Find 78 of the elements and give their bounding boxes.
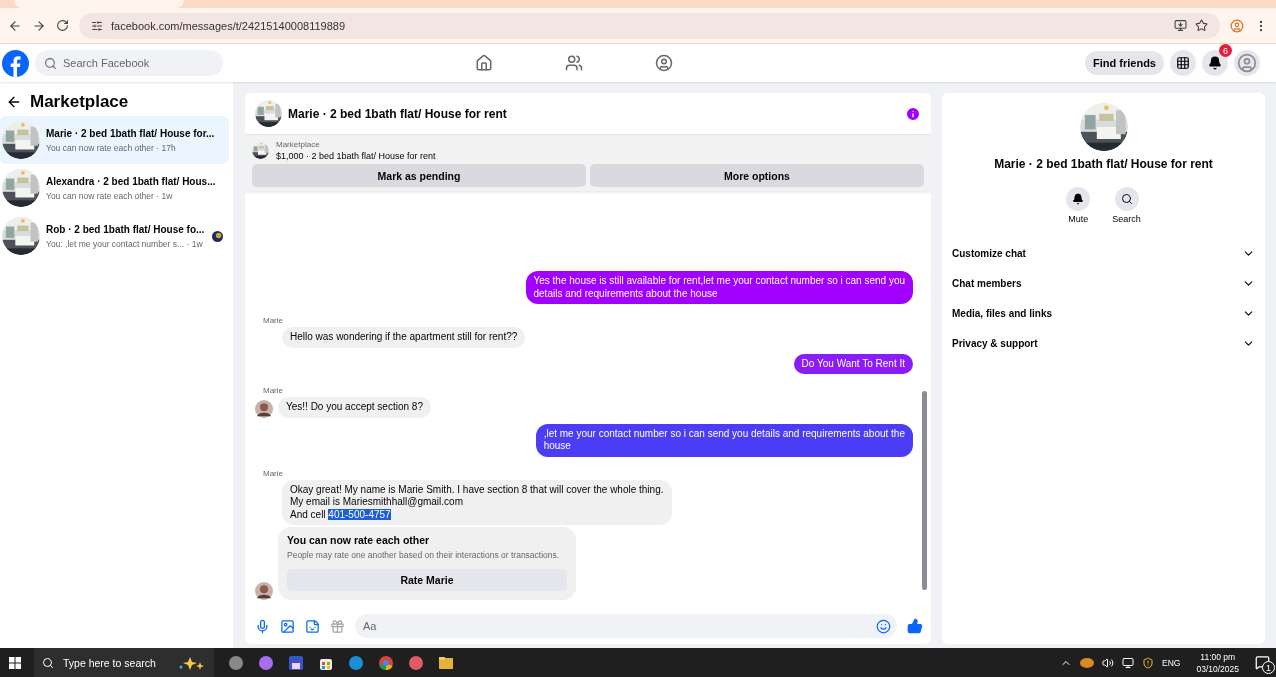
address-bar[interactable]: facebook.com/messages/t/24215140008119889 [79, 12, 1220, 39]
language-indicator[interactable]: ENG [1162, 657, 1181, 668]
chat-title: Marie · 2 bed 1bath flat/ House for rent [288, 106, 508, 121]
bell-icon [1072, 193, 1085, 205]
back-icon[interactable] [8, 18, 22, 33]
card-title: You can now rate each other [287, 534, 431, 546]
site-settings-icon[interactable] [91, 19, 103, 32]
card-text: People may rate one another based on their interactions or transactions. [287, 550, 561, 560]
home-icon[interactable] [475, 54, 493, 72]
network-icon[interactable] [1122, 656, 1135, 669]
friends-icon[interactable] [565, 54, 583, 72]
conversation-preview: You can now rate each other · 17h [46, 142, 177, 154]
thumbs-up-icon[interactable] [907, 618, 923, 634]
notifications-button[interactable] [1202, 50, 1228, 76]
account-button[interactable] [1234, 50, 1260, 76]
received-message: Okay great! My name is Marie Smith. I have section 8 that will cover the whole thing. My email is Mariesmithhall@gmail.com And cell 401-500-4757 [282, 479, 672, 525]
details-section[interactable]: Customize chat [942, 238, 1265, 268]
bell-icon [1208, 56, 1222, 70]
received-message: Yes!! Do you accept section 8? [278, 397, 431, 418]
emoji-icon[interactable] [876, 618, 891, 634]
info-icon[interactable] [905, 105, 921, 122]
listing-action-button[interactable]: Mark as pending [252, 164, 586, 187]
windows-logo-icon[interactable] [9, 656, 21, 669]
listing-action-button[interactable]: More options [590, 164, 924, 187]
message-input[interactable]: Aa [355, 614, 897, 638]
sidebar-title: Marketplace [30, 92, 129, 112]
listing-title: $1,000 · 2 bed 1bath flat/ House for rent [276, 151, 436, 161]
sender-name: Marie [263, 316, 284, 325]
conversation-preview: You can now rate each other · 1w [46, 190, 174, 202]
clock[interactable]: 11:00 pm 03/10/2025 [1196, 651, 1239, 674]
menu-grid-button[interactable] [1170, 50, 1196, 76]
url-text: facebook.com/messages/t/24215140008119889 [111, 19, 346, 32]
conversation-item[interactable]: Rob · 2 bed 1bath flat/ House fo... You: ,let me your contact number s... · 1w [0, 212, 229, 260]
sent-message: Do You Want To Rent It [793, 353, 913, 374]
conversation-item[interactable]: Marie · 2 bed 1bath flat/ House for... You can now rate each other · 17h [0, 116, 229, 164]
grid-icon [1176, 56, 1190, 70]
sent-message: Yes the house is still available for rent,let me your contact number so i can send you details and requirements about the house [525, 271, 913, 304]
details-title: Marie · 2 bed 1bath flat/ House for rent [994, 157, 1213, 171]
search-icon [44, 56, 57, 70]
details-section[interactable]: Media, files and links [942, 298, 1265, 328]
facebook-logo-icon[interactable] [2, 49, 29, 77]
bookmark-star-icon[interactable] [1195, 19, 1208, 32]
details-section[interactable]: Chat members [942, 268, 1265, 298]
taskbar-search[interactable]: Type here to search [34, 648, 214, 677]
image-icon[interactable] [280, 618, 295, 634]
received-message: Hello was wondering if the apartment still for rent?? [282, 327, 526, 348]
chrome-icon[interactable] [378, 654, 394, 671]
reload-icon[interactable] [56, 19, 69, 32]
find-friends-button[interactable]: Find friends [1085, 51, 1164, 75]
sparkle-icon [178, 655, 206, 670]
avatar-icon [255, 582, 273, 600]
security-icon[interactable] [1142, 656, 1155, 669]
rate-button[interactable]: Rate Marie [287, 569, 567, 591]
folder-icon[interactable] [438, 654, 454, 671]
avatar-icon [255, 399, 273, 418]
conversation-title: Alexandra · 2 bed 1bath flat/ Hous... [46, 174, 217, 188]
notification-badge: 1 [1262, 661, 1275, 674]
volume-icon[interactable] [1102, 656, 1115, 669]
sender-name: Marie [263, 468, 284, 478]
forward-icon[interactable] [32, 18, 46, 33]
microphone-icon[interactable] [255, 618, 270, 634]
install-icon[interactable] [1174, 19, 1187, 32]
sticker-icon[interactable] [305, 618, 320, 634]
search-icon [42, 656, 54, 669]
profile-icon[interactable] [1230, 18, 1244, 33]
scrollbar[interactable] [922, 391, 927, 590]
listing-label: Marketplace [276, 140, 321, 149]
conversation-item[interactable]: Alexandra · 2 bed 1bath flat/ Hous... You can now rate each other · 1w [0, 164, 229, 212]
sender-name: Marie [263, 386, 284, 395]
profile-circle-icon[interactable] [655, 54, 673, 72]
search-icon [1120, 193, 1133, 205]
notification-badge: 6 [1219, 44, 1232, 57]
details-section[interactable]: Privacy & support [942, 328, 1265, 358]
conversation-title: Marie · 2 bed 1bath flat/ House for... [46, 126, 216, 140]
search-field[interactable]: Search Facebook [35, 50, 223, 76]
conversation-preview: You: ,let me your contact number s... · 1w [46, 238, 204, 250]
conversation-title: Rob · 2 bed 1bath flat/ House fo... [46, 222, 206, 236]
sent-message: ,let me your contact number so i can send you details and requirements about the house [535, 423, 913, 457]
